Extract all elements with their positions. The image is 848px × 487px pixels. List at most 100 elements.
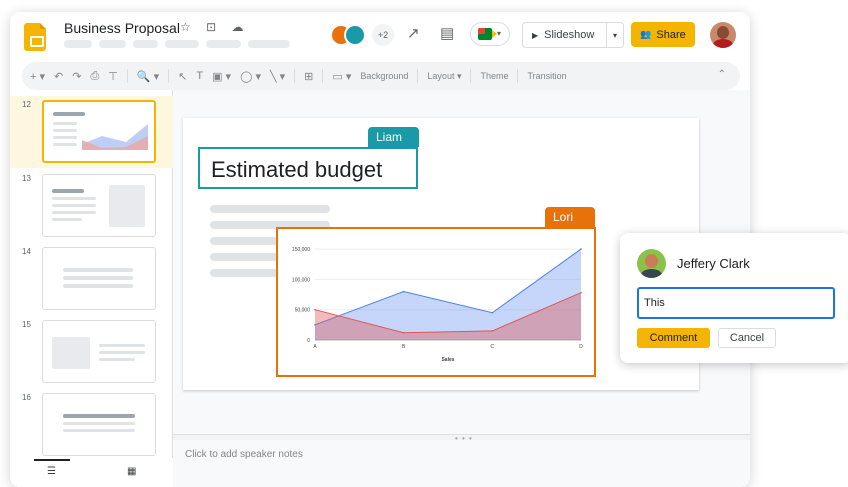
toolbar-divider: [294, 69, 296, 83]
undo-icon[interactable]: ↶: [54, 70, 63, 83]
meet-button[interactable]: ▾: [470, 22, 510, 46]
slide-number: 14: [22, 247, 31, 256]
transition-button[interactable]: Transition: [527, 71, 566, 81]
slideshow-button[interactable]: ▶ Slideshow: [523, 23, 607, 47]
share-button[interactable]: 👥 Share: [631, 22, 695, 47]
slide-number: 12: [22, 100, 31, 109]
people-icon: 👥: [640, 29, 652, 39]
collaborator-cursor-liam: Liam: [368, 127, 419, 147]
comment-author: Jeffery Clark: [677, 256, 750, 271]
toolbar-divider: [470, 69, 472, 83]
drag-handle-icon[interactable]: • • •: [455, 434, 473, 443]
slide-thumbnail: [42, 247, 156, 310]
filmstrip-slide[interactable]: 16: [10, 389, 173, 461]
cancel-button[interactable]: Cancel: [718, 328, 776, 348]
image-icon[interactable]: ▣ ▾: [212, 70, 231, 83]
data-point-1-0: [314, 308, 316, 311]
x-axis-label: Sales: [441, 357, 454, 363]
slideshow-options-caret[interactable]: ▾: [607, 23, 623, 47]
print-icon[interactable]: ⎙: [90, 70, 99, 83]
layout-button[interactable]: Layout ▾: [427, 71, 461, 82]
y-tick-label: 150,000: [292, 247, 310, 253]
grid-view-icon[interactable]: ▦: [127, 466, 136, 477]
filmstrip-slide[interactable]: 15: [10, 316, 173, 388]
collaborator-cursor-lori: Lori: [545, 207, 595, 227]
filmstrip-slide[interactable]: 13: [10, 170, 173, 242]
data-point-1-2: [491, 330, 494, 332]
menu-item-placeholder[interactable]: [64, 40, 92, 48]
slides-logo-icon[interactable]: [24, 23, 46, 51]
list-view-icon[interactable]: ☰: [47, 466, 56, 477]
chart-svg: 0 50,000 100,000 150,000 A B C D Sales: [292, 247, 583, 363]
menu-item-placeholder[interactable]: [206, 40, 241, 48]
slideshow-button-group: ▶ Slideshow ▾: [522, 22, 624, 48]
app-header: Business Proposal ☆ ⊡ ☁ +2 ↗ ▤ ▾ ▶ Slide…: [10, 12, 750, 60]
thumb-chart: [82, 124, 148, 150]
background-image-icon[interactable]: ▭ ▾: [332, 70, 351, 83]
comment-input[interactable]: [637, 287, 835, 319]
slide-title-box[interactable]: Estimated budget: [198, 147, 418, 189]
speaker-notes[interactable]: Click to add speaker notes: [185, 449, 303, 460]
slide-thumbnail: [42, 393, 156, 456]
activity-trend-icon[interactable]: ↗: [407, 24, 420, 42]
menu-item-placeholder[interactable]: [133, 40, 158, 48]
active-view-underline: [34, 459, 70, 461]
thumb-line: [99, 358, 135, 361]
comment-submit-button[interactable]: Comment: [637, 328, 710, 348]
toolbar-divider: [168, 69, 170, 83]
menu-item-placeholder[interactable]: [165, 40, 199, 48]
menu-item-placeholder[interactable]: [248, 40, 290, 48]
x-tick-label: A: [313, 344, 317, 350]
thumb-line: [52, 197, 96, 200]
toolbar-divider: [417, 69, 419, 83]
avatar[interactable]: [344, 24, 366, 46]
toolbar-divider: [322, 69, 324, 83]
new-slide-icon[interactable]: + ▾: [30, 70, 45, 83]
theme-button[interactable]: Theme: [480, 71, 508, 81]
comment-history-icon[interactable]: ▤: [440, 24, 454, 42]
select-cursor-icon[interactable]: ↖: [178, 70, 187, 83]
area-chart[interactable]: 0 50,000 100,000 150,000 A B C D Sales: [276, 227, 596, 377]
share-label: Share: [656, 28, 686, 41]
slide-number: 16: [22, 393, 31, 402]
paint-format-icon[interactable]: ⊤: [108, 70, 118, 83]
filmstrip-slide[interactable]: 12: [10, 96, 173, 168]
x-tick-label: B: [402, 344, 406, 350]
star-move-cloud-icons[interactable]: ☆ ⊡ ☁: [180, 20, 249, 34]
collapse-toolbar-icon[interactable]: ⌃: [718, 69, 726, 80]
chevron-down-icon: ▾: [497, 29, 502, 38]
add-comment-icon[interactable]: ⊞: [304, 70, 313, 83]
menu-item-placeholder[interactable]: [99, 40, 126, 48]
y-tick-label: 100,000: [292, 277, 310, 283]
background-button[interactable]: Background: [360, 71, 408, 81]
data-point-1-1: [402, 331, 405, 334]
thumb-line: [99, 351, 145, 354]
slide-thumbnail: [42, 320, 156, 383]
slide-number: 15: [22, 320, 31, 329]
thumb-line: [52, 211, 96, 214]
line-icon[interactable]: ╲ ▾: [270, 70, 285, 83]
document-title[interactable]: Business Proposal: [64, 20, 180, 36]
account-avatar[interactable]: [710, 22, 736, 48]
thumb-line: [63, 429, 135, 432]
slide-title: Estimated budget: [211, 157, 383, 182]
thumb-line: [63, 422, 135, 425]
shape-icon[interactable]: ◯ ▾: [240, 70, 261, 83]
redo-icon[interactable]: ↷: [72, 70, 81, 83]
filmstrip-footer: ☰ ▦: [10, 458, 173, 487]
zoom-icon[interactable]: 🔍 ▾: [137, 70, 159, 83]
slide-number: 13: [22, 174, 31, 183]
filmstrip-slide[interactable]: 14: [10, 243, 173, 315]
slideshow-label: Slideshow: [544, 29, 595, 41]
y-tick-label: 50,000: [295, 308, 311, 314]
body-text-placeholder: [210, 205, 330, 213]
more-collaborators-badge[interactable]: +2: [372, 24, 394, 46]
text-box-icon[interactable]: T: [196, 70, 203, 82]
toolbar-divider: [126, 69, 128, 83]
data-point-0-3: [580, 248, 582, 250]
y-tick-label: 0: [307, 338, 310, 344]
toolbar-divider: [517, 69, 519, 83]
slide-thumbnail: [42, 174, 156, 237]
thumb-image-placeholder: [109, 185, 145, 227]
data-point-1-3: [580, 291, 582, 294]
